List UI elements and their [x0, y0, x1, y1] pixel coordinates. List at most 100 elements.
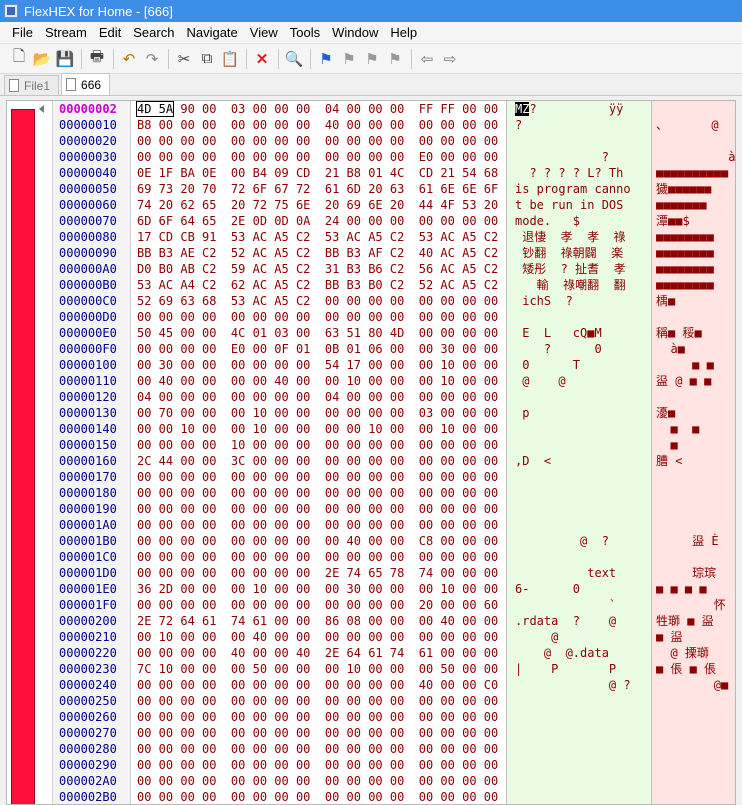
hex-row[interactable]: 00 00 00 00 00 00 00 00 00 00 00 00 20 0… [131, 597, 506, 613]
unicode-row[interactable]: 楀■ [652, 293, 735, 309]
hex-row[interactable]: 00 00 00 00 00 00 00 00 00 00 00 00 00 0… [131, 693, 506, 709]
unicode-row[interactable]: 䀀 @ ■ ■ [652, 373, 735, 389]
ascii-row[interactable]: ? [507, 149, 651, 165]
hex-row[interactable]: 00 00 00 00 00 00 00 00 00 00 00 00 00 0… [131, 741, 506, 757]
ascii-row[interactable] [507, 389, 651, 405]
forward-icon[interactable]: ⇨ [439, 48, 461, 70]
undo-icon[interactable]: ↶ [118, 48, 140, 70]
unicode-row[interactable]: 稱■ 䅑■ [652, 325, 735, 341]
hex-row[interactable]: 00 00 00 00 00 00 00 00 00 00 00 00 00 0… [131, 773, 506, 789]
unicode-row[interactable]: ■ [652, 437, 735, 453]
ascii-row[interactable] [507, 757, 651, 773]
selected-bytes[interactable]: 4D 5A [135, 101, 175, 117]
hex-row[interactable]: 00 00 00 00 00 00 00 00 00 00 00 00 00 0… [131, 133, 506, 149]
ascii-row[interactable] [507, 133, 651, 149]
ascii-row[interactable]: MZ? ÿÿ [507, 101, 651, 117]
hex-row[interactable]: 00 00 00 00 00 00 00 00 00 00 00 00 00 0… [131, 517, 506, 533]
ascii-row[interactable]: ? ? ? ? L? Th [507, 165, 651, 181]
unicode-row[interactable]: ■■■■■■■ [652, 197, 735, 213]
ascii-row[interactable] [507, 693, 651, 709]
hex-row[interactable]: 2E 72 64 61 74 61 00 00 86 08 00 00 00 4… [131, 613, 506, 629]
unicode-row[interactable]: 䀀 È [652, 533, 735, 549]
unicode-row[interactable] [652, 469, 735, 485]
hex-row[interactable]: 0E 1F BA 0E 00 B4 09 CD 21 B8 01 4C CD 2… [131, 165, 506, 181]
tab-666[interactable]: 666 [61, 73, 111, 95]
unicode-column[interactable]: 、 @ à ■■■■■■■■■■ 獩■■■■■■ ■■■■■■■ 潭■■$ ■■■■■■■… [652, 101, 735, 804]
ascii-row[interactable]: t be run in DOS [507, 197, 651, 213]
ascii-row[interactable] [507, 709, 651, 725]
ascii-row[interactable] [507, 309, 651, 325]
ascii-row[interactable] [507, 501, 651, 517]
menu-file[interactable]: File [6, 25, 39, 40]
hex-row[interactable]: 7C 10 00 00 00 50 00 00 00 10 00 00 00 5… [131, 661, 506, 677]
ascii-row[interactable]: p [507, 405, 651, 421]
unicode-row[interactable]: ■■■■■■■■ [652, 277, 735, 293]
ascii-row[interactable]: 0 T [507, 357, 651, 373]
unicode-row[interactable] [652, 789, 735, 804]
ascii-row[interactable]: @ [507, 629, 651, 645]
ascii-row[interactable] [507, 517, 651, 533]
unicode-row[interactable] [652, 101, 735, 117]
ascii-row[interactable]: @ @.data [507, 645, 651, 661]
ascii-row[interactable] [507, 437, 651, 453]
unicode-row[interactable] [652, 501, 735, 517]
save-icon[interactable]: 💾 [54, 48, 76, 70]
unicode-row[interactable]: ■■■■■■■■ [652, 229, 735, 245]
ascii-row[interactable] [507, 549, 651, 565]
cut-icon[interactable]: ✂ [173, 48, 195, 70]
ascii-row[interactable]: @ ? [507, 677, 651, 693]
menu-window[interactable]: Window [326, 25, 384, 40]
ascii-row[interactable] [507, 741, 651, 757]
delete-icon[interactable]: ✕ [251, 48, 273, 70]
hex-row[interactable]: 00 00 00 00 00 00 00 00 00 00 00 00 00 0… [131, 309, 506, 325]
unicode-row[interactable]: 獩■■■■■■ [652, 181, 735, 197]
hex-row[interactable]: 74 20 62 65 20 72 75 6E 20 69 6E 20 44 4… [131, 197, 506, 213]
ascii-row[interactable]: 輸 祿嘲翻 翻 [507, 277, 651, 293]
ascii-row[interactable] [507, 421, 651, 437]
tab-file1[interactable]: File1 [4, 75, 60, 95]
hex-editor[interactable]: 00000002 00000010 00000020 00000030 00000040… [6, 100, 736, 805]
unicode-row[interactable] [652, 693, 735, 709]
hex-row[interactable]: 00 00 00 00 00 00 00 00 00 00 00 00 40 0… [131, 677, 506, 693]
ascii-row[interactable] [507, 773, 651, 789]
unicode-row[interactable] [652, 133, 735, 149]
hex-row[interactable]: 00 40 00 00 00 00 40 00 00 10 00 00 00 1… [131, 373, 506, 389]
redo-icon[interactable]: ↷ [141, 48, 163, 70]
unicode-row[interactable] [652, 517, 735, 533]
hex-row[interactable]: 00 10 00 00 00 40 00 00 00 00 00 00 00 0… [131, 629, 506, 645]
unicode-row[interactable] [652, 549, 735, 565]
ascii-row[interactable]: 矮彤 ? 扯耆 孝 [507, 261, 651, 277]
unicode-row[interactable]: ■ 倀 ■ 倀 [652, 661, 735, 677]
unicode-row[interactable]: 、 @ [652, 117, 735, 133]
paste-icon[interactable]: 📋 [219, 48, 241, 70]
hex-row[interactable]: 00 00 00 00 00 00 00 00 00 00 00 00 00 0… [131, 709, 506, 725]
hex-row[interactable]: 00 00 00 00 10 00 00 00 00 00 00 00 00 0… [131, 437, 506, 453]
hex-row[interactable]: 00 00 10 00 00 10 00 00 00 00 10 00 00 1… [131, 421, 506, 437]
bookmark-next-icon[interactable]: ⚑ [338, 48, 360, 70]
print-icon[interactable]: 🖶 [86, 48, 108, 70]
menu-navigate[interactable]: Navigate [180, 25, 243, 40]
menu-search[interactable]: Search [127, 25, 180, 40]
menu-view[interactable]: View [244, 25, 284, 40]
unicode-row[interactable] [652, 709, 735, 725]
unicode-row[interactable] [652, 309, 735, 325]
hex-column[interactable]: 4D 5A 90 00 03 00 00 00 04 00 00 00 FF F… [131, 101, 507, 804]
unicode-row[interactable] [652, 485, 735, 501]
hex-row[interactable]: 36 2D 00 00 00 10 00 00 00 30 00 00 00 1… [131, 581, 506, 597]
unicode-row[interactable]: ■ ■ [652, 357, 735, 373]
unicode-row[interactable]: à [652, 149, 735, 165]
ascii-row[interactable]: @ ? [507, 533, 651, 549]
hex-row[interactable]: 00 00 00 00 00 00 00 00 00 00 00 00 00 0… [131, 549, 506, 565]
hex-row[interactable]: 00 00 00 00 40 00 00 40 2E 64 61 74 61 0… [131, 645, 506, 661]
menu-tools[interactable]: Tools [284, 25, 326, 40]
ascii-row[interactable]: text [507, 565, 651, 581]
unicode-row[interactable] [652, 741, 735, 757]
unicode-row[interactable]: ■ ■ ■ ■ [652, 581, 735, 597]
hex-row[interactable]: 00 00 00 00 00 00 00 00 00 00 00 00 00 0… [131, 501, 506, 517]
unicode-row[interactable]: 潭■■$ [652, 213, 735, 229]
hex-row[interactable]: 00 00 00 00 00 00 00 00 00 00 00 00 00 0… [131, 485, 506, 501]
overview-column[interactable] [7, 101, 53, 804]
ascii-row[interactable] [507, 789, 651, 804]
ascii-row[interactable]: 退悽 孝 孝 祿 [507, 229, 651, 245]
new-icon[interactable]: 🗋 [8, 48, 30, 70]
